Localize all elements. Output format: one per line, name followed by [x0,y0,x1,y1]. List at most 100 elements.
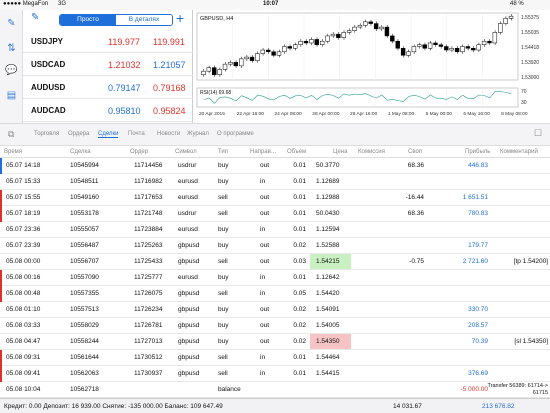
column-header[interactable]: Объем [287,149,306,155]
pencil-icon[interactable]: ✎ [5,18,18,30]
time-cell: 05.08 10:04 [6,386,41,393]
table-row[interactable]: 05.08 10:04 10562718 balance -5 000.00 Trans… [0,382,550,398]
table-row[interactable]: 05.07 15:33 10548511 11716982 eurusd buy in 0.… [0,174,550,190]
windows-icon[interactable]: ⧉ [8,129,14,140]
document-icon[interactable]: ▤ [5,90,18,102]
column-header[interactable]: Комментарий [500,149,538,155]
time-cell: 05.07 18:19 [6,210,41,217]
profit-cell: 376.69 [468,370,488,377]
table-row[interactable]: 05.08 00:16 10557090 11725777 eurusd buy in 0.… [0,270,550,286]
table-row[interactable]: 05.07 15:55 10549160 11717653 eurusd sell out… [0,190,550,206]
vol-cell: 0.02 [293,322,306,329]
quote-row[interactable]: AUDCAD 0.95810 0.95824 [23,99,193,122]
time-axis-label: 22 Apr 16:00 [237,111,265,117]
symbol-cell: gbpusd [178,354,200,361]
tab-5[interactable]: Журнал [187,131,209,137]
column-header[interactable]: Комиссия [358,149,385,155]
tab-3[interactable]: Почта [128,131,145,137]
candle-body [465,46,471,49]
carrier-label: ●●●●● MegaFon [3,1,49,7]
candle-body [255,53,260,61]
tab-details[interactable]: В деталях [116,15,172,25]
candle-body [233,62,239,67]
price-chart[interactable]: 1.55375 1.55035 1.54418 1.53920 1.53000 70 30 G… [193,10,550,123]
dir-cell: out [260,162,270,169]
time-cell: 05.07 23:39 [6,242,41,249]
quote-ask[interactable]: 119.991 [153,37,185,47]
dir-cell: out [260,306,270,313]
table-row[interactable]: 05.08 09:41 10562063 11730937 gbpusd sell in 0… [0,366,550,382]
table-row[interactable]: 05.08 00:48 10557355 11726075 gbpusd sell in 0… [0,286,550,302]
column-header[interactable]: Ордер [130,149,148,155]
quote-ask[interactable]: 0.95824 [153,106,186,116]
quote-bid[interactable]: 119.977 [108,37,140,47]
deal-cell: 10557513 [70,306,99,313]
candle-body [222,63,228,70]
column-header[interactable]: Прибыль [465,149,490,155]
quote-ask[interactable]: 1.21057 [153,60,186,70]
quote-symbol: USDCAD [31,60,66,69]
column-header[interactable]: Тип [218,149,228,155]
table-row[interactable]: 05.08 04:47 10558244 11727013 gbpusd buy out 0… [0,334,550,350]
table-row[interactable]: 05.07 23:36 10555057 11723884 eurusd buy in 0.… [0,222,550,238]
order-cell: 11730512 [134,354,163,361]
tab-0[interactable]: Торговля [34,131,59,137]
column-header[interactable]: Символ [175,149,197,155]
rsi-axis-label: 70 [521,89,527,95]
candle-body [492,32,498,44]
table-row[interactable]: 05.07 23:39 10556487 11725263 gbpusd buy out 0… [0,238,550,254]
vol-cell: 0.01 [293,226,306,233]
candle-body [212,67,217,75]
status-bar: ●●●●● MegaFon 3G 10:07 48 % [0,0,550,10]
chat-icon[interactable]: 💬 [5,65,18,77]
row-marker [0,158,2,174]
table-row[interactable]: 05.08 00:00 10556707 11725433 gbpusd sell out… [0,254,550,270]
candle-body [508,15,514,19]
tab-simple[interactable]: Просто [60,15,116,25]
trade-icon[interactable]: ⇅ [5,43,18,55]
quote-bid[interactable]: 0.79147 [108,83,141,93]
price-axis-label: 1.54418 [521,45,539,51]
dir-cell: out [260,242,270,249]
time-axis-label: 24 Apr 08:00 [275,111,303,117]
column-header[interactable]: Своп [408,149,422,155]
time-cell: 05.08 00:48 [6,290,41,297]
quote-row[interactable]: USDJPY 119.977 119.991 [23,30,193,53]
quote-bid[interactable]: 1.21032 [108,60,141,70]
candle-body [239,58,244,67]
menu-icon[interactable]: ☐ [534,128,542,139]
edit-icon[interactable]: ✎ [31,12,39,23]
comment-cell: [sl 1.54350] [514,338,548,345]
column-header[interactable]: Цена [333,149,347,155]
tab-2[interactable]: Сделки [98,131,119,138]
time-axis-label: 5 May 00:00 [426,111,453,117]
candle-body [379,26,384,30]
rsi-frame [196,87,519,108]
candle-body [411,46,417,53]
indicator-label: RSI(14) 69.68 [200,90,231,96]
candle-body [260,49,266,54]
price-cell: 50.0430 [316,210,340,217]
table-row[interactable]: 05.08 01:10 10557513 11726234 gbpusd buy out 0… [0,302,550,318]
quote-ask[interactable]: 0.79168 [153,83,186,93]
quote-bid[interactable]: 0.95810 [108,106,141,116]
vol-cell: 0.01 [293,194,306,201]
table-row[interactable]: 05.08 03:33 10558029 11726781 gbpusd buy out 0… [0,318,550,334]
candle-body [298,40,303,45]
symbol-cell: eurusd [178,178,198,185]
battery-label: 48 % [510,1,524,7]
tab-4[interactable]: Новости [157,131,180,137]
tab-6[interactable]: О программе [217,131,254,137]
table-row[interactable]: 05.08 09:31 10561644 11730512 gbpusd sell in 0… [0,350,550,366]
column-header[interactable]: Направ… [250,149,277,155]
table-row[interactable]: 05.07 14:18 10545994 11714456 usdrur buy out 0… [0,158,550,174]
add-symbol-icon[interactable]: + [176,10,184,26]
quote-row[interactable]: AUDUSD 0.79147 0.79168 [23,76,193,99]
table-row[interactable]: 05.07 18:19 10553178 11721748 usdrur sell out… [0,206,550,222]
price-cell: 1.54091 [316,306,340,313]
candle-body [271,51,276,56]
tab-1[interactable]: Ордера [68,131,89,137]
column-header[interactable]: Сделка [70,149,91,155]
column-header[interactable]: Время [4,149,22,155]
quote-row[interactable]: USDCAD 1.21032 1.21057 [23,53,193,76]
